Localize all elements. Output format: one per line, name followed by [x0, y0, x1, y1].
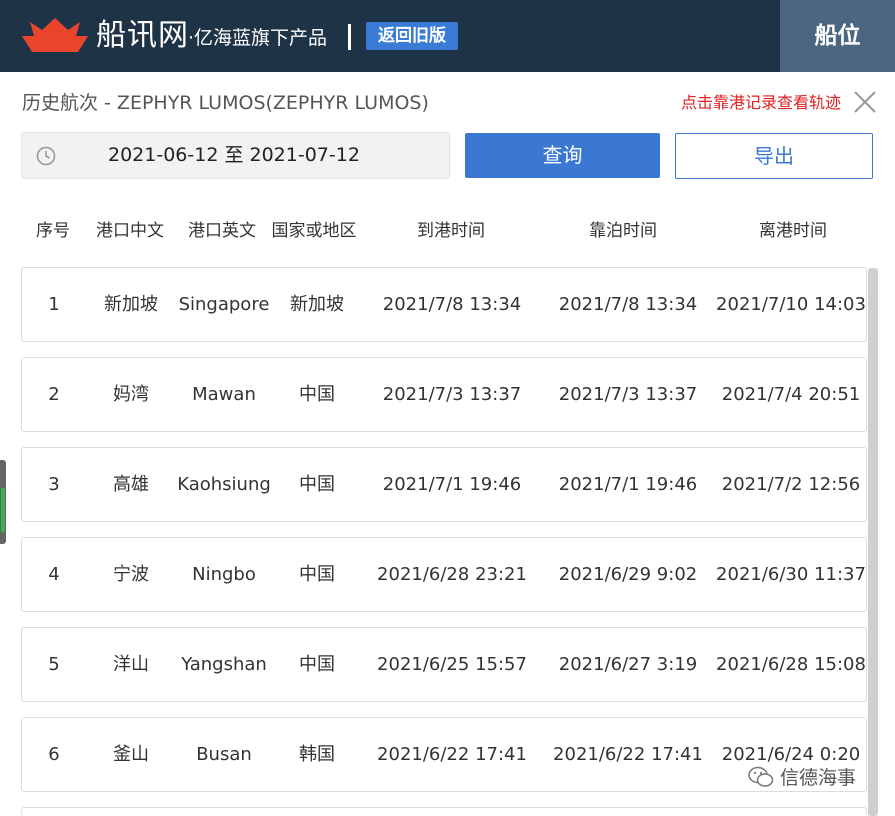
table-row[interactable]: 2 妈湾 Mawan 中国 2021/7/3 13:37 2021/7/3 13… [21, 357, 867, 432]
port-en: Mawan [192, 384, 256, 405]
side-panel-indicator [1, 488, 5, 532]
close-icon[interactable] [853, 90, 877, 114]
header-country: 国家或地区 [271, 221, 357, 241]
arrival-time: 2021/6/25 15:57 [377, 654, 527, 675]
arrival-time: 2021/6/28 23:21 [377, 564, 527, 585]
row-index: 5 [48, 654, 60, 675]
table-row-partial [21, 807, 867, 816]
clock-icon [36, 146, 56, 166]
port-cn: 高雄 [113, 474, 149, 495]
port-en: Kaohsiung [177, 474, 271, 495]
port-cn: 妈湾 [113, 384, 149, 405]
header-port-en: 港口英文 [188, 221, 256, 241]
departure-time: 2021/7/10 14:03 [716, 294, 866, 315]
arrival-time: 2021/6/22 17:41 [377, 744, 527, 765]
arrival-time: 2021/7/3 13:37 [382, 384, 522, 405]
old-version-button[interactable]: 返回旧版 [366, 22, 458, 50]
country: 中国 [299, 564, 335, 585]
top-bar: 船讯网 ·亿海蓝旗下产品 返回旧版 船位 [0, 0, 895, 72]
header-arrival: 到港时间 [417, 221, 485, 241]
date-range-value: 2021-06-12 至 2021-07-12 [108, 144, 360, 166]
berthing-time: 2021/6/22 17:41 [553, 744, 703, 765]
berthing-time: 2021/7/8 13:34 [558, 294, 698, 315]
header-departure: 离港时间 [759, 221, 827, 241]
page-title: 历史航次 - ZEPHYR LUMOS(ZEPHYR LUMOS) [22, 92, 429, 114]
query-button[interactable]: 查询 [465, 133, 660, 178]
table-row[interactable]: 6 釜山 Busan 韩国 2021/6/22 17:41 2021/6/22 … [21, 717, 867, 792]
row-index: 2 [48, 384, 60, 405]
header-index: 序号 [36, 221, 70, 241]
departure-time: 2021/6/30 11:37 [716, 564, 866, 585]
port-cn: 釜山 [113, 744, 149, 765]
port-en: Singapore [178, 294, 270, 315]
table-row[interactable]: 5 洋山 Yangshan 中国 2021/6/25 15:57 2021/6/… [21, 627, 867, 702]
date-range-picker[interactable]: 2021-06-12 至 2021-07-12 [21, 132, 450, 179]
row-index: 6 [48, 744, 60, 765]
watermark-text: 信德海事 [780, 767, 857, 789]
country: 中国 [299, 654, 335, 675]
country: 韩国 [299, 744, 335, 765]
berthing-time: 2021/6/27 3:19 [558, 654, 698, 675]
row-index: 3 [48, 474, 60, 495]
watermark: 信德海事 [748, 764, 878, 792]
scrollbar-thumb[interactable] [868, 268, 878, 816]
table-row[interactable]: 3 高雄 Kaohsiung 中国 2021/7/1 19:46 2021/7/… [21, 447, 867, 522]
port-en: Ningbo [192, 564, 256, 585]
table-row[interactable]: 4 宁波 Ningbo 中国 2021/6/28 23:21 2021/6/29… [21, 537, 867, 612]
wechat-icon [748, 766, 774, 787]
boat-logo-icon[interactable] [20, 14, 90, 54]
row-index: 1 [48, 294, 60, 315]
arrival-time: 2021/7/1 19:46 [382, 474, 522, 495]
table-row[interactable]: 1 新加坡 Singapore 新加坡 2021/7/8 13:34 2021/… [21, 267, 867, 342]
port-cn: 洋山 [113, 654, 149, 675]
export-button[interactable]: 导出 [675, 133, 873, 179]
berthing-time: 2021/6/29 9:02 [558, 564, 698, 585]
arrival-time: 2021/7/8 13:34 [382, 294, 522, 315]
berthing-time: 2021/7/3 13:37 [558, 384, 698, 405]
departure-time: 2021/7/4 20:51 [721, 384, 861, 405]
country: 新加坡 [290, 294, 344, 315]
port-en: Yangshan [181, 654, 267, 675]
berthing-time: 2021/7/1 19:46 [558, 474, 698, 495]
tab-berth[interactable]: 船位 [780, 0, 895, 72]
brand-name[interactable]: 船讯网 [96, 18, 189, 54]
country: 中国 [299, 384, 335, 405]
row-index: 4 [48, 564, 60, 585]
departure-time: 2021/7/2 12:56 [721, 474, 861, 495]
port-cn: 宁波 [113, 564, 149, 585]
port-cn: 新加坡 [104, 294, 158, 315]
country: 中国 [299, 474, 335, 495]
port-en: Busan [196, 744, 252, 765]
view-track-link[interactable]: 点击靠港记录查看轨迹 [681, 92, 841, 114]
header-berthing: 靠泊时间 [589, 221, 657, 241]
brand-divider [348, 24, 351, 50]
departure-time: 2021/6/28 15:08 [716, 654, 866, 675]
header-port-cn: 港口中文 [96, 221, 164, 241]
brand-subtitle: ·亿海蓝旗下产品 [188, 27, 328, 49]
